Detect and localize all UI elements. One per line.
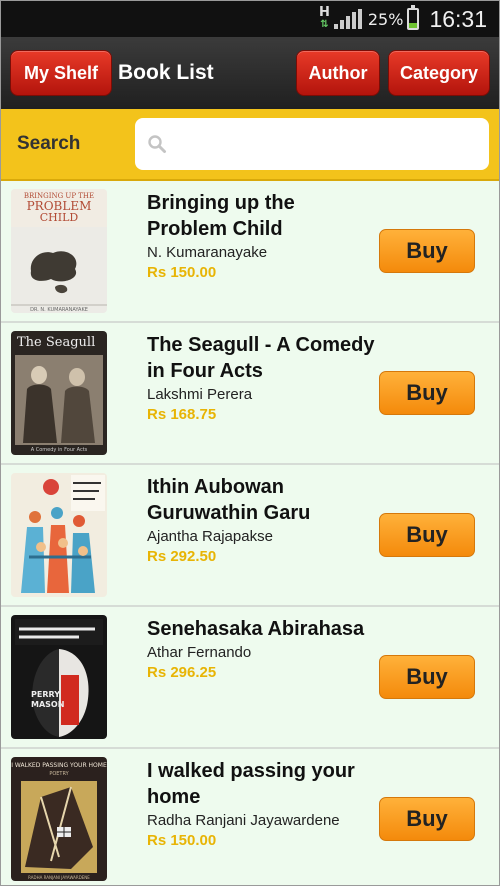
book-price: Rs 150.00 — [147, 264, 217, 281]
network-indicator: H ⇅ — [318, 5, 330, 31]
status-bar: H ⇅ 25% 16:31 — [1, 1, 499, 37]
svg-text:CHILD: CHILD — [40, 211, 79, 224]
svg-text:I WALKED PASSING YOUR HOME: I WALKED PASSING YOUR HOME — [11, 762, 107, 769]
battery-icon — [407, 5, 420, 30]
buy-button[interactable]: Buy — [379, 371, 475, 415]
svg-text:The Seagull: The Seagull — [17, 335, 95, 350]
book-price: Rs 168.75 — [147, 406, 217, 423]
battery-percent: 25% — [367, 9, 404, 29]
book-title: I walked passing your home — [147, 760, 355, 808]
book-author: Radha Ranjani Jayawardene — [147, 812, 340, 829]
search-icon — [148, 135, 166, 153]
book-price: Rs 150.00 — [147, 832, 217, 849]
book-price: Rs 296.25 — [147, 664, 217, 681]
buy-button[interactable]: Buy — [379, 797, 475, 841]
book-row[interactable]: Ithin Aubowan Guruwathin Garu Ajantha Ra… — [1, 465, 499, 607]
book-title: The Seagull - A Comedy in Four Acts — [147, 334, 375, 382]
clock: 16:31 — [429, 5, 487, 32]
book-author: Athar Fernando — [147, 644, 252, 661]
svg-text:PERRY: PERRY — [31, 690, 60, 699]
book-price: Rs 292.50 — [147, 548, 217, 565]
search-input[interactable] — [175, 134, 489, 154]
page-title: Book List — [118, 61, 214, 84]
book-row[interactable]: I WALKED PASSING YOUR HOME POETRY RADHA … — [1, 749, 499, 885]
book-info: Senehasaka Abirahasa Athar Fernando Rs 2… — [147, 616, 377, 683]
book-cover[interactable]: The Seagull A Comedy in Four Acts — [11, 331, 107, 455]
book-info: I walked passing your home Radha Ranjani… — [147, 758, 377, 851]
svg-text:A Comedy in Four Acts: A Comedy in Four Acts — [31, 447, 88, 453]
book-title: Bringing up the Problem Child — [147, 192, 295, 240]
svg-text:DR. N. KUMARANAYAKE: DR. N. KUMARANAYAKE — [30, 307, 88, 313]
book-cover[interactable]: BRINGING UP THE PROBLEM CHILD DR. N. KUM… — [11, 189, 107, 313]
book-author: Ajantha Rajapakse — [147, 528, 273, 545]
buy-button[interactable]: Buy — [379, 229, 475, 273]
book-cover[interactable]: PERRY MASON — [11, 615, 107, 739]
signal-icon — [333, 9, 362, 29]
book-info: Bringing up the Problem Child N. Kumaran… — [147, 190, 377, 283]
book-row[interactable]: PERRY MASON Senehasaka Abirahasa Athar F… — [1, 607, 499, 749]
book-author: Lakshmi Perera — [147, 386, 253, 403]
search-box[interactable] — [135, 118, 489, 170]
book-cover[interactable]: I WALKED PASSING YOUR HOME POETRY RADHA … — [11, 757, 107, 881]
buy-button[interactable]: Buy — [379, 655, 475, 699]
book-title: Senehasaka Abirahasa — [147, 618, 365, 640]
app-bar: My Shelf Book List Author Category — [1, 37, 499, 109]
my-shelf-button[interactable]: My Shelf — [10, 50, 112, 96]
book-author: N. Kumaranayake — [147, 244, 268, 261]
buy-button[interactable]: Buy — [379, 513, 475, 557]
book-row[interactable]: The Seagull A Comedy in Four Acts The Se… — [1, 323, 499, 465]
book-info: The Seagull - A Comedy in Four Acts Laks… — [147, 332, 377, 425]
book-title: Ithin Aubowan Guruwathin Garu — [147, 476, 311, 524]
data-arrows-icon: ⇅ — [320, 19, 329, 30]
search-bar: Search — [1, 109, 499, 181]
book-row[interactable]: BRINGING UP THE PROBLEM CHILD DR. N. KUM… — [1, 181, 499, 323]
book-cover[interactable] — [11, 473, 107, 597]
book-list: BRINGING UP THE PROBLEM CHILD DR. N. KUM… — [1, 181, 499, 885]
svg-text:MASON: MASON — [31, 700, 64, 709]
app-frame: H ⇅ 25% 16:31 My Shelf Book List Author … — [0, 0, 500, 886]
search-label: Search — [17, 133, 81, 154]
svg-text:POETRY: POETRY — [49, 771, 69, 777]
category-button[interactable]: Category — [388, 50, 490, 96]
svg-text:RADHA RANJANI JAYAWARDENE: RADHA RANJANI JAYAWARDENE — [28, 875, 90, 880]
author-button[interactable]: Author — [296, 50, 380, 96]
network-type: H — [318, 5, 330, 20]
book-info: Ithin Aubowan Guruwathin Garu Ajantha Ra… — [147, 474, 377, 567]
